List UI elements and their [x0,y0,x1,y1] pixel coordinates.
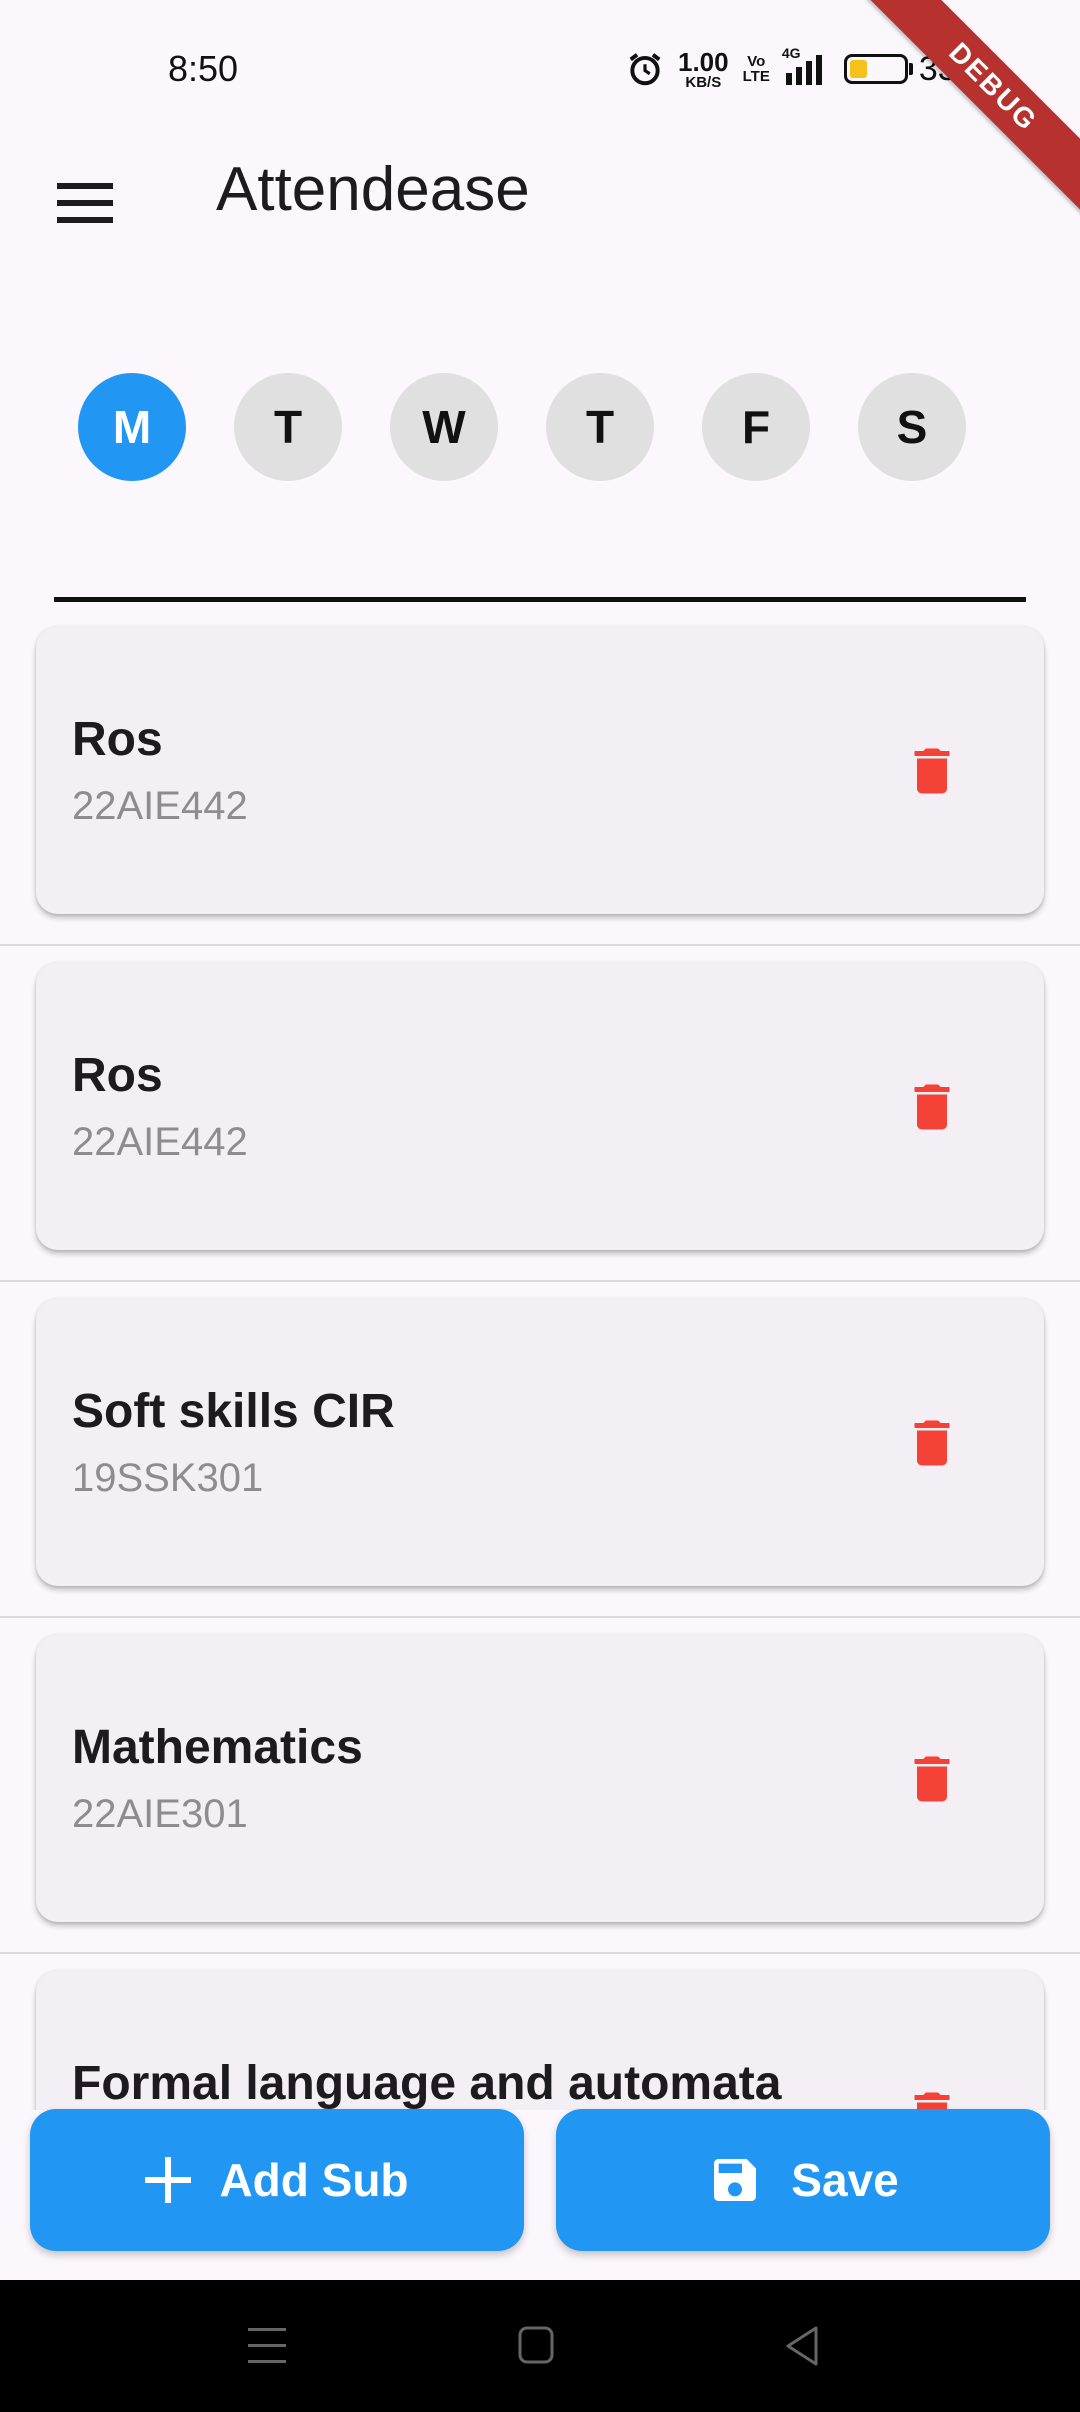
volte-bottom: LTE [742,68,770,85]
save-label: Save [791,2154,899,2206]
recent-apps-icon[interactable] [246,2324,288,2368]
plus-icon [145,2157,192,2203]
list-item: Formal language and automata [0,1954,1080,2110]
subject-name: Formal language and automata [72,2057,782,2110]
network-type: 4G [781,45,801,61]
subject-name: Ros [72,713,163,766]
subject-code: 19SSK301 [72,1456,264,1500]
signal-icon: 4G [782,45,830,87]
day-divider [54,597,1026,602]
day-wednesday[interactable]: W [390,373,498,481]
battery-fill [849,60,867,78]
day-selector: M T W T F S [78,373,966,481]
back-icon[interactable] [782,2324,822,2368]
subject-code: 22AIE442 [72,784,248,828]
subject-code: 22AIE442 [72,1120,248,1164]
subject-card[interactable]: Ros 22AIE442 [36,962,1044,1250]
subject-name: Soft skills CIR [72,1385,395,1438]
day-monday[interactable]: M [78,373,186,481]
day-friday[interactable]: F [702,373,810,481]
subject-code: 22AIE301 [72,1792,248,1836]
day-saturday[interactable]: S [858,373,966,481]
subject-name: Mathematics [72,1721,363,1774]
save-icon [714,2159,757,2201]
net-speed-unit: KB/S [685,73,722,91]
system-nav-bar [0,2280,1080,2412]
delete-icon[interactable] [902,1748,962,1810]
list-item: Mathematics 22AIE301 [0,1618,1080,1954]
add-subject-button[interactable]: Add Sub [30,2109,524,2251]
net-speed-value: 1.00 [678,46,729,77]
day-thursday[interactable]: T [546,373,654,481]
app-title: Attendease [216,155,530,224]
app-bar: Attendease [0,130,1080,260]
delete-icon[interactable] [902,2084,962,2110]
status-time: 8:50 [168,48,239,89]
day-tuesday[interactable]: T [234,373,342,481]
subject-card[interactable]: Soft skills CIR 19SSK301 [36,1298,1044,1586]
home-icon[interactable] [516,2324,556,2368]
subject-card[interactable]: Ros 22AIE442 [36,626,1044,914]
list-item: Ros 22AIE442 [0,946,1080,1282]
delete-icon[interactable] [902,1412,962,1474]
app-screen: 8:50 1.00 KB/S Vo LTE 4G 33% D [0,0,1080,2412]
subject-list[interactable]: Ros 22AIE442 Ros 22AIE442 Soft skills CI… [0,610,1080,2110]
subject-name: Ros [72,1049,163,1102]
subject-card[interactable]: Formal language and automata [36,1970,1044,2110]
subject-card[interactable]: Mathematics 22AIE301 [36,1634,1044,1922]
delete-icon[interactable] [902,1076,962,1138]
delete-icon[interactable] [902,740,962,802]
volte-indicator: Vo LTE [743,54,770,84]
list-item: Ros 22AIE442 [0,610,1080,946]
menu-button[interactable] [40,168,130,238]
save-button[interactable]: Save [556,2109,1050,2251]
hamburger-menu-icon [57,183,113,223]
network-speed: 1.00 KB/S [678,49,729,90]
alarm-icon [626,50,664,88]
list-item: Soft skills CIR 19SSK301 [0,1282,1080,1618]
add-subject-label: Add Sub [219,2154,409,2206]
volte-top: Vo [747,53,766,70]
